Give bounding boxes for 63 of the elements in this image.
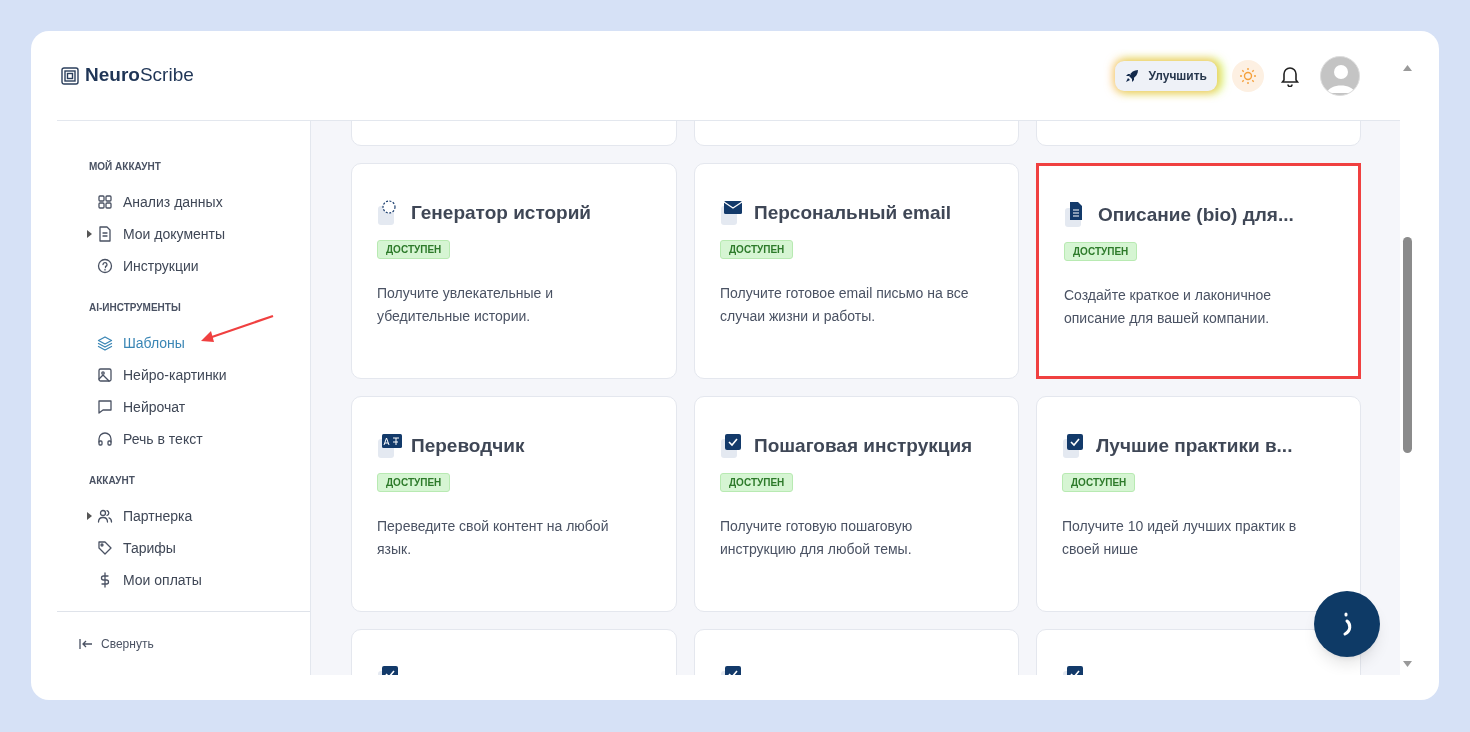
document-icon [97,226,113,242]
expand-caret-icon[interactable] [87,512,92,520]
card-description: Получите 10 идей лучших практик в своей нише [1062,516,1298,559]
sidebar-item[interactable]: Речь в текст [57,423,310,455]
card-title: Переводчик [411,434,525,458]
expand-caret-icon[interactable] [87,230,92,238]
sidebar-item[interactable]: Нейро-картинки [57,359,310,391]
image-icon [97,367,113,383]
template-card[interactable]: Переводчик ДОСТУПЕН Переведите свой контент на любой язык. [351,396,677,612]
chat-icon [97,399,113,415]
headphones-icon [97,431,113,447]
sidebar-item[interactable]: Партнерка [57,500,310,532]
layers-icon [97,335,113,351]
card-description: Переведите свой контент на любой язык. [377,516,610,559]
template-card[interactable]: Пошаговая инструкция ДОСТУПЕН Получите готовую пошаговую инструкцию для любой темы. [694,396,1019,612]
sidebar-item[interactable]: Мои документы [57,218,310,250]
status-badge: ДОСТУПЕН [1062,472,1136,492]
collapse-button[interactable]: Свернуть [79,634,154,653]
sidebar-item[interactable]: Анализ данных [57,186,310,218]
status-badge: ДОСТУПЕН [377,472,451,492]
scroll-down-icon[interactable] [1403,661,1412,667]
sidebar-item[interactable]: Шаблоны [57,327,310,359]
status-badge: ДОСТУПЕН [720,472,794,492]
grid-icon [97,194,113,210]
upgrade-button[interactable]: Улучшить [1114,60,1217,91]
sun-icon [1239,66,1257,85]
template-card[interactable]: Описание (bio) для... ДОСТУПЕН Создайте краткое и лаконичное описание для вашей компании. [1036,163,1361,379]
sidebar-item[interactable]: Инструкции [57,250,310,282]
translate-icon [377,433,403,460]
scrollbar-thumb[interactable] [1403,237,1412,453]
card-title: Генератор историй [411,201,591,225]
help-icon [97,258,113,274]
user-avatar[interactable] [1320,55,1360,96]
section-heading: AI-ИНСТРУМЕНТЫ [88,301,182,315]
card-description: Создайте краткое и лаконичное описание для вашей компании. [1064,285,1272,328]
card-description: Получите готовую пошаговую инструкцию для любой темы. [720,516,914,559]
notification-bell-icon[interactable] [1280,64,1300,87]
status-badge: ДОСТУПЕН [720,239,794,259]
template-card[interactable]: Персональный email ДОСТУПЕН Получите готовое email письмо на все случаи жизни и работы. [694,163,1019,379]
sidebar-item[interactable]: Тарифы [57,532,310,564]
template-card[interactable]: Генератор историй ДОСТУПЕН Получите увлекательные и убедительные истории. [351,163,677,379]
card-description: Получите готовое email письмо на все случаи жизни и работы. [720,283,970,326]
card-description: Получите увлекательные и убедительные истории. [377,283,555,326]
chat-logo-icon [1340,611,1354,637]
card-title: Описание (bio) для... [1098,203,1294,227]
section-heading: МОЙ АККАУНТ [88,159,162,174]
sidebar-item[interactable]: Нейрочат [57,391,310,423]
sidebar-item[interactable]: Мои оплаты [57,564,310,596]
collapse-icon [79,638,93,649]
card-title: Персональный email [754,201,952,225]
card-title: Лучшие практики в... [1096,434,1293,458]
rocket-icon [1124,68,1139,83]
status-badge: ДОСТУПЕН [1064,241,1138,261]
card-title: Пошаговая инструкция [754,434,973,458]
tag-icon [97,540,113,556]
theme-toggle-button[interactable] [1232,59,1264,92]
users-icon [97,508,113,524]
logo-icon [61,66,79,85]
brand-logo[interactable]: NeuroScribe [85,61,194,90]
status-badge: ДОСТУПЕН [377,239,451,259]
section-heading: АККАУНТ [88,474,136,488]
scroll-up-icon[interactable] [1403,65,1412,71]
template-card[interactable]: Лучшие практики в... ДОСТУПЕН Получите 10 идей лучших практик в своей нише [1036,396,1361,612]
